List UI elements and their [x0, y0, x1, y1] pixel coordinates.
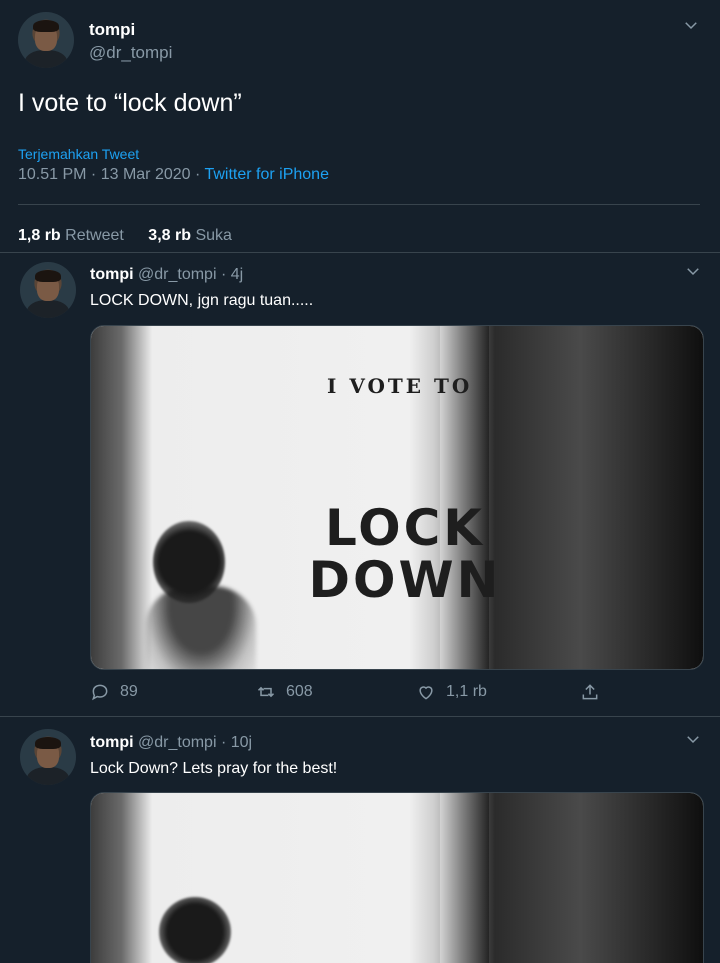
- reply-header: tompi @dr_tompi · 10j: [90, 734, 252, 752]
- like-label: Suka: [195, 227, 232, 244]
- tweet-actions: 89 608 1,1 rb: [90, 682, 702, 706]
- image-text-line1: LOCK: [324, 499, 486, 557]
- author-handle[interactable]: @dr_tompi: [89, 43, 172, 63]
- image-text-big: LOCK DOWN: [305, 502, 505, 606]
- tweet-stats: 1,8 rb Retweet 3,8 rb Suka: [18, 227, 232, 245]
- translate-tweet-link[interactable]: Terjemahkan Tweet: [18, 146, 139, 162]
- tweet-image[interactable]: I VOTE TO LOCK DOWN: [90, 325, 704, 670]
- tweet-text: I vote to “lock down”: [18, 89, 242, 117]
- share-action[interactable]: [580, 682, 600, 702]
- reply-text: Lock Down? Lets pray for the best!: [90, 760, 338, 777]
- retweet-label: Retweet: [65, 227, 124, 244]
- reply-count: 89: [120, 683, 138, 700]
- author-name[interactable]: tompi: [90, 734, 134, 751]
- avatar[interactable]: [20, 262, 76, 318]
- like-count: 1,1 rb: [446, 683, 487, 700]
- like-action[interactable]: 1,1 rb: [416, 682, 487, 702]
- reply-header: tompi @dr_tompi · 4j: [90, 266, 243, 284]
- chevron-down-icon[interactable]: [684, 730, 702, 753]
- avatar[interactable]: [18, 12, 74, 68]
- chevron-down-icon[interactable]: [684, 262, 702, 285]
- share-icon: [582, 684, 598, 700]
- retweet-count: 1,8 rb: [18, 227, 61, 244]
- retweet-stat[interactable]: 1,8 rb Retweet: [18, 227, 128, 244]
- retweet-icon: [257, 686, 275, 698]
- image-text-line2: DOWN: [308, 551, 502, 609]
- image-text-small: I VOTE TO: [327, 374, 473, 398]
- reply-action[interactable]: 89: [90, 682, 138, 702]
- tweet-timestamp[interactable]: 10.51 PM · 13 Mar 2020 ·: [18, 166, 200, 183]
- chevron-down-icon[interactable]: [682, 16, 700, 39]
- avatar[interactable]: [20, 729, 76, 785]
- tweet-client-link[interactable]: Twitter for iPhone: [204, 166, 329, 183]
- tweet-meta: 10.51 PM · 13 Mar 2020 · Twitter for iPh…: [18, 166, 329, 184]
- divider: [0, 252, 720, 253]
- reply-icon: [92, 684, 108, 701]
- reply-text: LOCK DOWN, jgn ragu tuan.....: [90, 292, 314, 309]
- handle-time[interactable]: @dr_tompi · 10j: [138, 734, 252, 751]
- author-name[interactable]: tompi: [90, 266, 134, 283]
- retweet-count: 608: [286, 683, 313, 700]
- like-count: 3,8 rb: [148, 227, 191, 244]
- divider: [0, 716, 720, 717]
- author-name[interactable]: tompi: [89, 20, 135, 40]
- divider: [18, 204, 700, 205]
- handle-time[interactable]: @dr_tompi · 4j: [138, 266, 243, 283]
- like-stat[interactable]: 3,8 rb Suka: [148, 227, 232, 244]
- tweet-image[interactable]: [90, 792, 704, 963]
- retweet-action[interactable]: 608: [256, 682, 313, 702]
- photo: [91, 793, 703, 963]
- heart-icon: [419, 686, 433, 700]
